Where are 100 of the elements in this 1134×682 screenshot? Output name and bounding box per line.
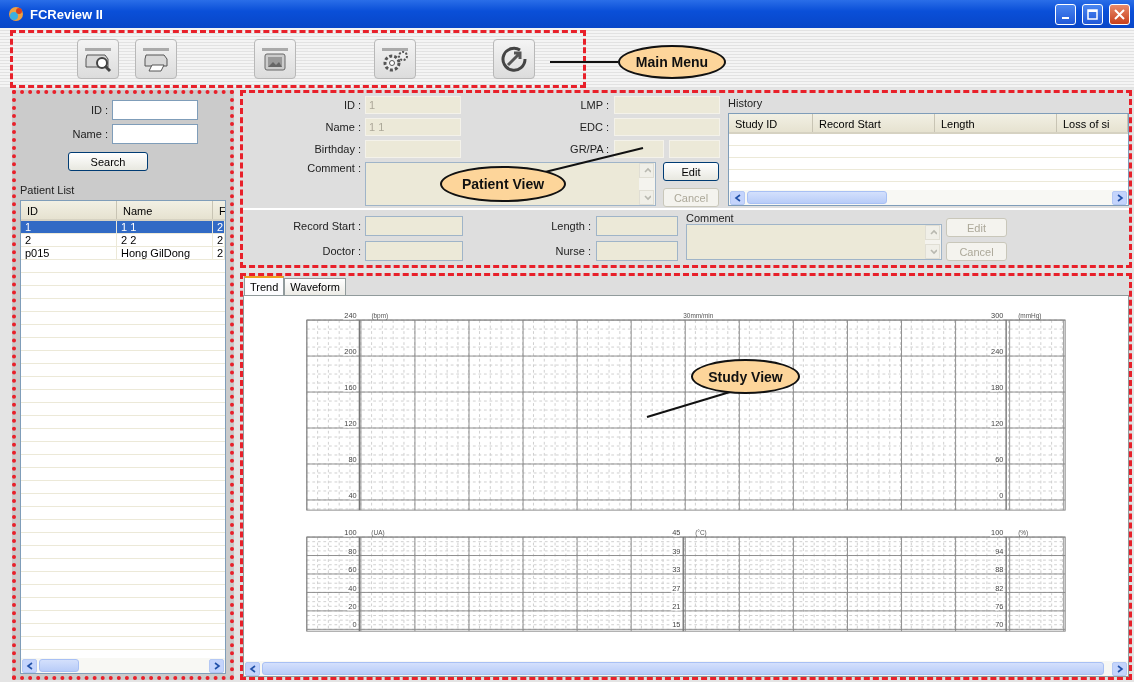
table-cell: 2 (213, 221, 225, 233)
scroll-up-button[interactable] (639, 163, 654, 178)
table-cell: 2 (213, 247, 225, 259)
search-button[interactable]: Search (68, 152, 148, 171)
scroll-left-button[interactable] (22, 658, 37, 673)
axis-tick-label: 60 (348, 565, 357, 575)
input-field[interactable] (365, 216, 463, 236)
scroll-down-button[interactable] (925, 244, 940, 259)
axis-tick-label: 240 (344, 311, 357, 321)
axis-tick-label: 80 (348, 455, 357, 465)
history-title: History (728, 97, 764, 109)
form-button[interactable]: Edit (663, 162, 719, 181)
window-title: FCReview II (30, 6, 104, 22)
horizontal-scrollbar[interactable] (244, 661, 1128, 676)
axis-tick-label: 40 (348, 491, 357, 501)
scroll-up-button[interactable] (925, 225, 940, 240)
tab[interactable]: Trend (244, 276, 285, 295)
axis-tick-label: 60 (995, 455, 1004, 465)
comment-field[interactable] (686, 224, 942, 260)
axis-tick-label: 180 (991, 383, 1004, 393)
field-label: ID : (342, 99, 361, 111)
axis-tick-label: 40 (348, 583, 357, 593)
printer-icon (141, 45, 171, 73)
input-field[interactable] (112, 124, 198, 144)
app-icon (8, 6, 24, 22)
axis-tick-label: 300 (991, 311, 1004, 321)
axis-tick-label: 100 (991, 528, 1004, 538)
horizontal-scrollbar[interactable] (21, 658, 225, 673)
toolbar-button[interactable] (77, 39, 119, 79)
axis-tick-label: 240 (991, 347, 1004, 357)
field-label: Birthday : (313, 143, 361, 155)
table-cell: 1 1 (117, 221, 213, 233)
toolbar-button[interactable] (254, 39, 296, 79)
vertical-scrollbar[interactable] (639, 163, 655, 205)
input-field[interactable] (112, 100, 198, 120)
column-header[interactable]: Loss of si (1057, 114, 1128, 132)
axis-tick-label: 0 (999, 491, 1004, 501)
field-label: Comment (686, 212, 735, 224)
column-header[interactable]: ID (21, 201, 117, 219)
table-cell: 2 2 (117, 234, 213, 246)
input-field[interactable] (596, 241, 678, 261)
maximize-button[interactable] (1082, 3, 1103, 25)
scroll-left-button[interactable] (730, 190, 745, 205)
axis-tick-label: 15 (672, 620, 681, 630)
printer-search-icon (83, 45, 113, 73)
axis-tick-label: 94 (995, 546, 1004, 556)
axis-tick-label: 20 (348, 602, 357, 611)
field-label: LMP : (580, 99, 609, 111)
axis-tick-label: 160 (344, 383, 357, 393)
minimize-icon (1062, 17, 1069, 19)
image-icon (260, 45, 290, 73)
input-field[interactable] (365, 241, 463, 261)
scroll-thumb[interactable] (262, 662, 1104, 675)
table-cell: p015 (21, 247, 117, 259)
table-cell: 1 (21, 221, 117, 233)
axis-tick-label: 76 (995, 602, 1004, 611)
horizontal-scrollbar[interactable] (729, 190, 1128, 205)
axis-tick-label: 27 (672, 583, 681, 593)
toolbar-button[interactable] (374, 39, 416, 79)
scroll-right-button[interactable] (1112, 661, 1127, 676)
axis-tick-label: 39 (672, 546, 681, 556)
vertical-scrollbar[interactable] (925, 225, 941, 259)
axis-tick-label: 120 (991, 419, 1004, 429)
minimize-button[interactable] (1055, 3, 1076, 25)
field-label: EDC : (579, 121, 609, 133)
axis-tick-label: 45 (672, 528, 681, 538)
table-cell: Hong GilDong (117, 247, 213, 259)
table-row[interactable]: 1 1 1 2 (21, 221, 225, 234)
axis-tick-label: 200 (344, 347, 357, 357)
axis-tick-label: 70 (995, 620, 1004, 630)
table-cell: 2 (213, 234, 225, 246)
scroll-down-button[interactable] (639, 190, 654, 205)
scroll-right-button[interactable] (1112, 190, 1127, 205)
axis-tick-label: 80 (348, 546, 357, 556)
field-label: Length : (550, 220, 591, 232)
column-header[interactable]: Length (935, 114, 1057, 132)
maximize-icon (1087, 8, 1098, 20)
tab[interactable]: Waveform (284, 278, 347, 295)
field-label: ID : (90, 104, 108, 116)
column-header[interactable]: Name (117, 201, 213, 219)
leader-line (549, 61, 619, 63)
column-header[interactable]: F (213, 201, 225, 219)
axis-tick-label: 100 (344, 528, 357, 538)
scroll-left-button[interactable] (245, 661, 260, 676)
field-label: Name : (324, 121, 361, 133)
axis-tick-label: 88 (995, 565, 1004, 575)
list-title: Patient List (19, 183, 76, 198)
axis-tick-label: 21 (672, 602, 681, 611)
input-field[interactable] (596, 216, 678, 236)
table-cell: 2 (21, 234, 117, 246)
toolbar-button[interactable] (493, 39, 535, 79)
column-header[interactable]: Study ID (729, 114, 813, 132)
scroll-thumb[interactable] (39, 659, 79, 672)
column-header[interactable]: Record Start (813, 114, 935, 132)
scroll-right-button[interactable] (209, 658, 224, 673)
close-button[interactable] (1109, 3, 1130, 25)
scroll-thumb[interactable] (747, 191, 887, 204)
field-label: Nurse : (554, 245, 591, 257)
close-icon (1114, 8, 1125, 20)
field-label: GR/PA : (570, 143, 609, 155)
